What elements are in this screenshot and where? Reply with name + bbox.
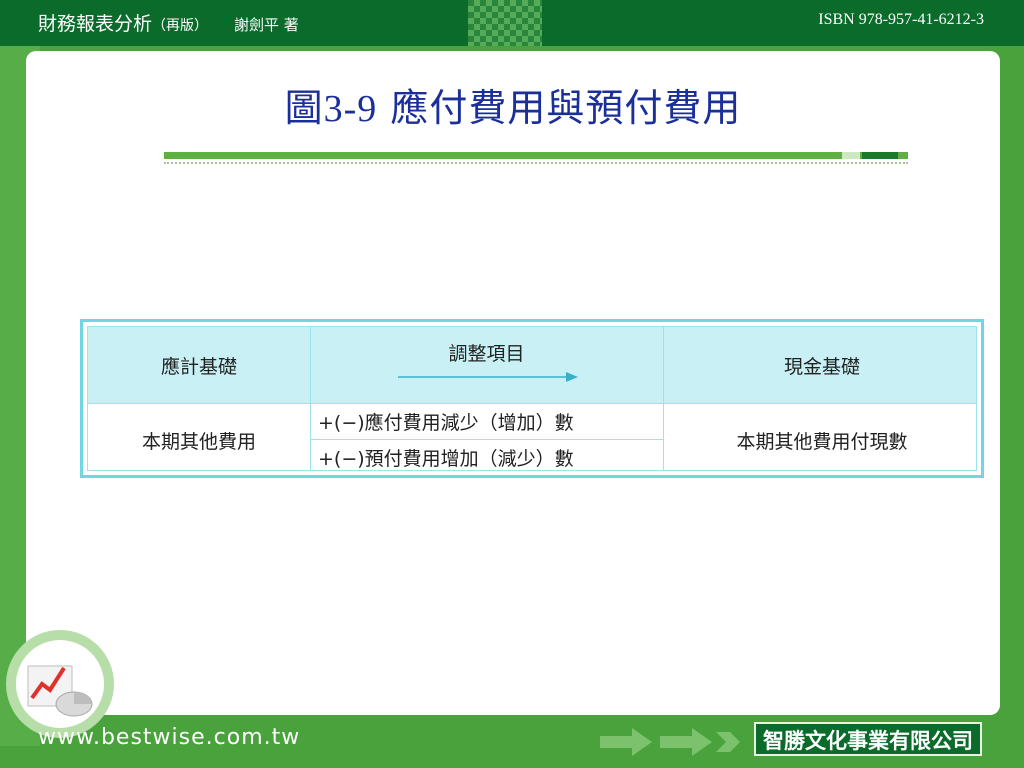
slide-panel: 圖3-9 應付費用與預付費用 應計基礎 調整項目 現金基礎 本期其他費用 +(−… (26, 51, 1000, 715)
right-arrow-icon (398, 372, 578, 382)
cell-other-expenses-cash: 本期其他費用付現數 (736, 431, 908, 453)
title-underline (164, 152, 908, 159)
book-edition: （再版） (152, 18, 209, 34)
cell-adjustment-prepaid: +(−)預付費用增加（減少）數 (318, 448, 574, 470)
chart-logo-icon (6, 630, 114, 738)
title-prefix: 圖 (284, 86, 324, 130)
header-accrual-basis: 應計基礎 (160, 356, 237, 378)
book-title: 財務報表分析 (38, 13, 153, 35)
header-cash-basis: 現金基礎 (783, 356, 860, 378)
header-adjustments: 調整項目 (448, 343, 525, 365)
cell-other-expenses: 本期其他費用 (141, 431, 256, 453)
website-link[interactable]: www.bestwise.com.tw (38, 725, 300, 750)
table-grid: 應計基礎 調整項目 現金基礎 本期其他費用 +(−)應付費用減少（增加）數 +(… (87, 326, 977, 471)
adjustment-table: 應計基礎 調整項目 現金基礎 本期其他費用 +(−)應付費用減少（增加）數 +(… (80, 319, 984, 478)
cell-adjustment-payable: +(−)應付費用減少（增加）數 (318, 412, 574, 434)
underline-accent-light (842, 152, 860, 159)
row-divider (88, 403, 976, 404)
double-arrow-icon (600, 728, 740, 756)
title-text: 應付費用與預付費用 (390, 86, 742, 130)
publisher-badge: 智勝文化事業有限公司 (754, 722, 982, 756)
checker-pattern-decoration (468, 0, 542, 46)
title-number: 3-9 (323, 88, 378, 130)
underline-accent-dark (862, 152, 898, 159)
slide-title: 圖3-9 應付費用與預付費用 (26, 77, 1000, 132)
row-divider (310, 439, 663, 440)
book-info: 財務報表分析（再版） 謝劍平 著 (38, 9, 299, 36)
book-author: 謝劍平 著 (234, 16, 299, 34)
dotted-divider (164, 162, 908, 164)
top-banner: 財務報表分析（再版） 謝劍平 著 ISBN 978-957-41-6212-3 (0, 0, 1024, 46)
isbn-label: ISBN 978-957-41-6212-3 (818, 11, 984, 28)
